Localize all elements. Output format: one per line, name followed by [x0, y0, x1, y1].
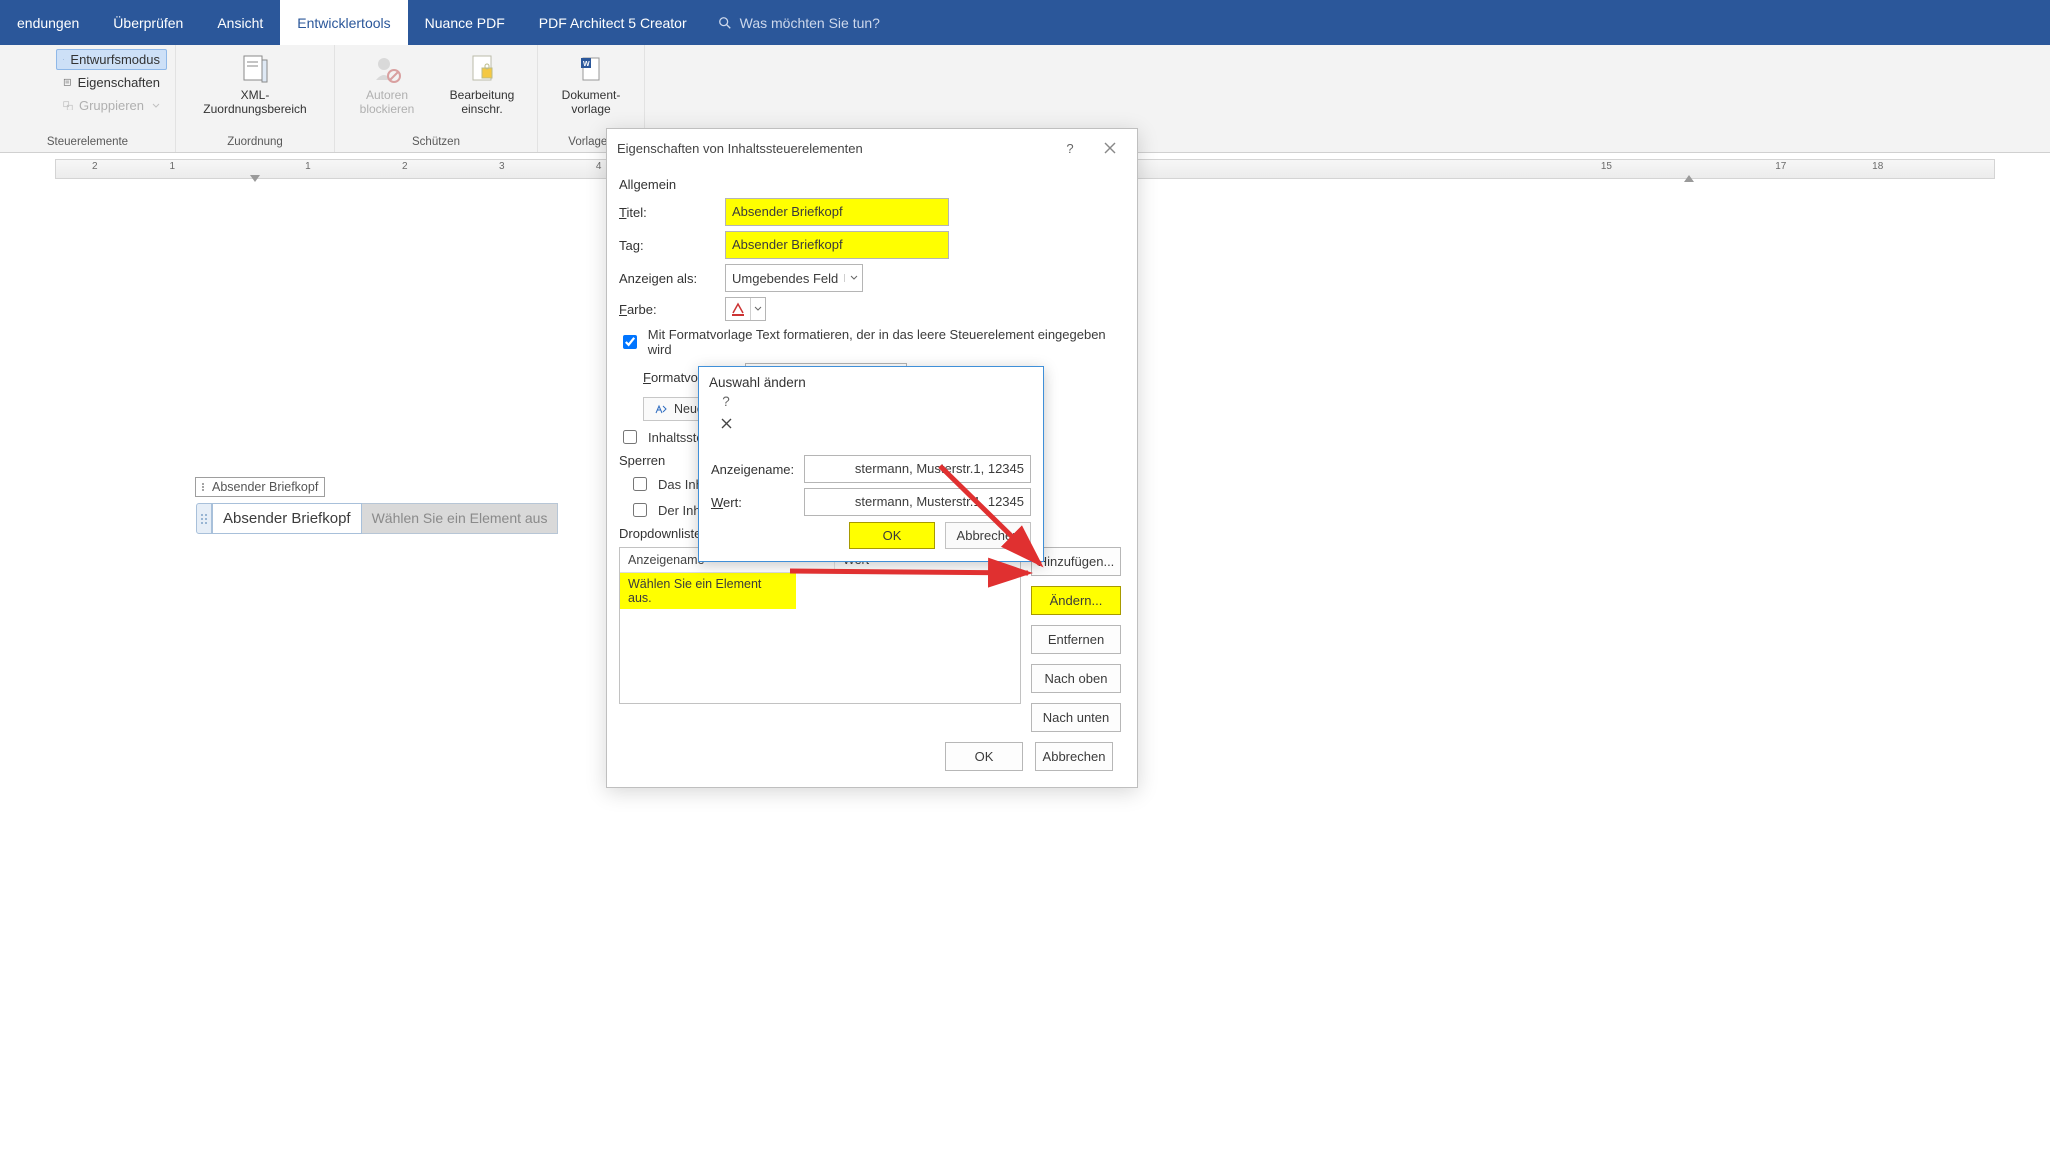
input-tag[interactable]: Absender Briefkopf: [725, 231, 949, 259]
remove-button[interactable]: Entfernen: [1031, 625, 1121, 654]
content-control[interactable]: Absender Briefkopf Wählen Sie ein Elemen…: [196, 503, 558, 534]
tellme-placeholder: Was möchten Sie tun?: [740, 15, 880, 31]
tellme-search[interactable]: Was möchten Sie tun?: [704, 0, 894, 45]
content-control-tag[interactable]: Absender Briefkopf: [195, 477, 325, 497]
edit-button[interactable]: Ändern...: [1031, 586, 1121, 615]
checkbox-use-style[interactable]: Mit Formatvorlage Text formatieren, der …: [619, 327, 1125, 357]
dialog-title: Eigenschaften von Inhaltssteuerelementen: [617, 141, 863, 156]
design-mode-button[interactable]: Entwurfsmodus: [56, 49, 167, 70]
properties-icon: [63, 76, 72, 90]
group-label-protect: Schützen: [412, 136, 460, 150]
modify-choice-dialog: Auswahl ändern ? Anzeigename: stermann, …: [698, 366, 1044, 562]
drag-handle-icon: [202, 483, 208, 491]
document-template-icon: W: [575, 53, 607, 85]
list-item[interactable]: Wählen Sie ein Element aus.: [620, 573, 796, 609]
cancel-button[interactable]: Abbrechen: [1035, 742, 1113, 771]
color-swatch-icon: [726, 298, 750, 320]
xml-mapping-icon: [239, 53, 271, 85]
label-tag: Tag:: [619, 238, 715, 253]
design-mode-icon: [63, 53, 64, 67]
group-label-mapping: Zuordnung: [227, 136, 283, 150]
content-control-handle[interactable]: [196, 503, 212, 534]
color-picker[interactable]: [725, 297, 766, 321]
content-control-placeholder[interactable]: Wählen Sie ein Element aus: [362, 503, 559, 534]
group-icon: [63, 99, 73, 113]
dialog-close-button[interactable]: [1093, 137, 1127, 159]
inner-help-button[interactable]: ?: [709, 390, 743, 412]
content-control-title: Absender Briefkopf: [212, 503, 362, 534]
inner-dialog-title: Auswahl ändern: [709, 375, 806, 390]
restrict-editing-button[interactable]: Bearbeitung einschr.: [435, 49, 529, 119]
add-button[interactable]: Hinzufügen...: [1031, 547, 1121, 576]
label-color: Farbe:: [619, 302, 715, 317]
group-button: Gruppieren: [56, 95, 167, 116]
label-title: Titel:: [619, 205, 715, 220]
input-title[interactable]: Absender Briefkopf: [725, 198, 949, 226]
move-up-button[interactable]: Nach oben: [1031, 664, 1121, 693]
label-showas: Anzeigen als:: [619, 271, 715, 286]
dialog-help-button[interactable]: ?: [1053, 137, 1087, 159]
inner-cancel-button[interactable]: Abbrechen: [945, 522, 1031, 549]
ok-button[interactable]: OK: [945, 742, 1023, 771]
tab-sendungen[interactable]: endungen: [0, 0, 96, 45]
tab-nuance-pdf[interactable]: Nuance PDF: [408, 0, 522, 45]
document-template-button[interactable]: W Dokument- vorlage: [546, 49, 636, 119]
move-down-button[interactable]: Nach unten: [1031, 703, 1121, 732]
indent-marker-left[interactable]: [250, 175, 260, 185]
chevron-down-icon: [750, 298, 765, 320]
label-value: Wert:: [711, 495, 794, 510]
restrict-editing-icon: [466, 53, 498, 85]
block-authors-button: Autoren blockieren: [343, 49, 431, 119]
chevron-down-icon: [844, 274, 858, 282]
svg-text:W: W: [583, 61, 590, 68]
select-showas[interactable]: Umgebendes Feld: [725, 264, 863, 292]
style-icon: [654, 402, 668, 416]
ribbon-tabstrip: endungen Überprüfen Ansicht Entwicklerto…: [0, 0, 2050, 45]
tab-pdf-architect[interactable]: PDF Architect 5 Creator: [522, 0, 704, 45]
tab-entwicklertools[interactable]: Entwicklertools: [280, 0, 407, 45]
inner-ok-button[interactable]: OK: [849, 522, 935, 549]
block-authors-icon: [371, 53, 403, 85]
xml-mapping-button[interactable]: XML- Zuordnungsbereich: [184, 49, 326, 119]
group-label-controls: Steuerelemente: [47, 136, 128, 150]
tab-ansicht[interactable]: Ansicht: [200, 0, 280, 45]
indent-marker-right[interactable]: [1684, 175, 1694, 185]
properties-button[interactable]: Eigenschaften: [56, 72, 167, 93]
input-value[interactable]: stermann, Musterstr.1, 12345 Musterstadt: [804, 488, 1031, 516]
section-general: Allgemein: [619, 177, 1125, 192]
search-icon: [718, 16, 732, 30]
input-display-name[interactable]: stermann, Musterstr.1, 12345 Musterstadt: [804, 455, 1031, 483]
label-display-name: Anzeigename:: [711, 462, 794, 477]
tab-ueberpruefen[interactable]: Überprüfen: [96, 0, 200, 45]
chevron-down-icon: [152, 102, 160, 110]
dropdown-options-list[interactable]: Anzeigename Wert Wählen Sie ein Element …: [619, 547, 1021, 704]
inner-close-button[interactable]: [709, 412, 743, 434]
